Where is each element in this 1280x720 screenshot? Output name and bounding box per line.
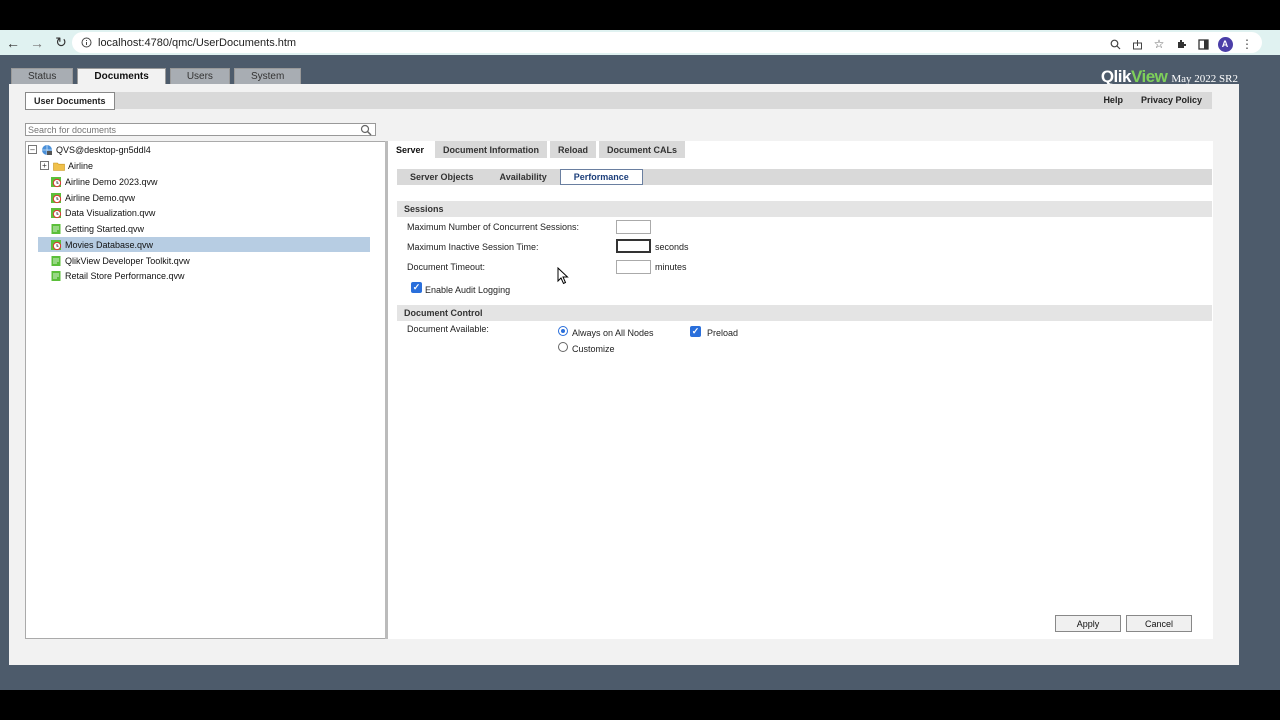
max-inactive-input[interactable]	[616, 239, 651, 253]
tree-label: Movies Database.qvw	[65, 239, 154, 250]
max-sessions-label: Maximum Number of Concurrent Sessions:	[407, 222, 580, 232]
tree-document-item[interactable]: Airline Demo 2023.qvw	[50, 174, 164, 189]
document-icon	[51, 270, 61, 281]
profile-avatar[interactable]: A	[1216, 35, 1234, 53]
always-on-radio[interactable]	[558, 326, 568, 336]
document-tree: – QVS@desktop-gn5ddl4 + Airline Airline …	[25, 141, 386, 639]
tab-document-cals[interactable]: Document CALs	[599, 141, 686, 158]
document-clock-icon	[51, 239, 62, 250]
tree-label: QVS@desktop-gn5ddl4	[56, 144, 151, 155]
apply-button[interactable]: Apply	[1055, 615, 1121, 632]
minutes-unit: minutes	[655, 262, 687, 272]
preload-label: Preload	[707, 328, 739, 338]
tree-label: Getting Started.qvw	[65, 223, 145, 234]
help-link[interactable]: Help	[1103, 95, 1123, 105]
max-inactive-label: Maximum Inactive Session Time:	[407, 242, 539, 252]
tree-server-node[interactable]: – QVS@desktop-gn5ddl4	[28, 142, 151, 157]
tab-system[interactable]: System	[233, 68, 302, 84]
document-clock-icon	[51, 192, 62, 203]
top-tabs: Status Documents Users System	[11, 68, 302, 84]
qmc-app: Status Documents Users System Qlik View …	[0, 55, 1280, 690]
reload-icon[interactable]: ↻	[50, 32, 72, 54]
tab-reload[interactable]: Reload	[550, 141, 597, 158]
document-icon	[51, 223, 61, 234]
main-panel: User Documents Help Privacy Policy – QVS…	[9, 84, 1239, 665]
share-icon[interactable]	[1128, 35, 1146, 53]
max-sessions-input[interactable]	[616, 220, 651, 234]
document-settings-pane: Server Document Information Reload Docum…	[388, 141, 1213, 639]
audit-logging-checkbox[interactable]: ✓	[411, 282, 422, 293]
cancel-button[interactable]: Cancel	[1126, 615, 1192, 632]
bookmark-star-icon[interactable]: ☆	[1150, 35, 1168, 53]
search-icon[interactable]	[360, 124, 372, 136]
collapse-icon[interactable]: –	[28, 145, 37, 154]
url-text[interactable]: localhost:4780/qmc/UserDocuments.htm	[98, 37, 296, 49]
tree-label: Retail Store Performance.qvw	[65, 270, 185, 281]
tab-users[interactable]: Users	[169, 68, 230, 84]
document-clock-icon	[51, 207, 62, 218]
back-icon[interactable]: ←	[2, 32, 24, 54]
subtab-availability[interactable]: Availability	[487, 169, 560, 185]
tree-label: Airline	[68, 160, 94, 171]
document-timeout-input[interactable]	[616, 260, 651, 274]
document-control-section-header: Document Control	[397, 305, 1212, 321]
address-bar[interactable]: localhost:4780/qmc/UserDocuments.htm ☆ A…	[72, 32, 1262, 53]
tree-document-item[interactable]: Airline Demo.qvw	[50, 190, 135, 205]
extensions-icon[interactable]	[1172, 35, 1190, 53]
server-subtabs: Server Objects Availability Performance	[397, 169, 1212, 185]
tree-label: QlikView Developer Toolkit.qvw	[65, 255, 190, 266]
tree-label: Airline Demo 2023.qvw	[65, 176, 158, 187]
avatar-letter: A	[1217, 36, 1233, 52]
subtab-performance[interactable]: Performance	[559, 169, 643, 185]
tab-server[interactable]: Server	[388, 141, 433, 158]
always-on-label: Always on All Nodes	[572, 328, 654, 338]
menu-kebab-icon[interactable]: ⋮	[1238, 35, 1256, 53]
seconds-unit: seconds	[655, 242, 689, 252]
tree-document-item[interactable]: Retail Store Performance.qvw	[50, 268, 185, 283]
audit-logging-label: Enable Audit Logging	[425, 285, 511, 295]
tree-document-item[interactable]: Getting Started.qvw	[50, 221, 144, 236]
zoom-icon[interactable]	[1106, 35, 1124, 53]
tree-folder-airline[interactable]: + Airline	[40, 158, 93, 173]
document-icon	[51, 255, 61, 266]
forward-icon[interactable]: →	[26, 32, 48, 54]
customize-radio[interactable]	[558, 342, 568, 352]
search-input[interactable]	[26, 124, 356, 135]
mouse-cursor-icon	[557, 267, 569, 285]
tab-document-information[interactable]: Document Information	[435, 141, 548, 158]
settings-tabs: Server Document Information Reload Docum…	[388, 141, 686, 158]
tab-status[interactable]: Status	[11, 68, 74, 84]
preload-checkbox[interactable]: ✓	[690, 326, 701, 337]
tree-label: Airline Demo.qvw	[65, 192, 136, 203]
info-icon[interactable]	[76, 33, 96, 53]
expand-icon[interactable]: +	[40, 161, 49, 170]
tree-document-item[interactable]: Data Visualization.qvw	[50, 205, 155, 220]
customize-label: Customize	[572, 344, 615, 354]
browser-toolbar: ← → ↻ localhost:4780/qmc/UserDocuments.h…	[0, 30, 1280, 55]
sidepanel-icon[interactable]	[1194, 35, 1212, 53]
document-timeout-label: Document Timeout:	[407, 262, 486, 272]
tree-document-item-selected[interactable]: Movies Database.qvw	[38, 237, 370, 252]
server-globe-icon	[42, 144, 52, 155]
page-header: User Documents Help Privacy Policy	[25, 92, 1212, 110]
folder-icon	[53, 162, 65, 171]
document-available-label: Document Available:	[407, 324, 489, 334]
tree-label: Data Visualization.qvw	[65, 207, 156, 218]
document-clock-icon	[51, 176, 62, 187]
tree-document-item[interactable]: QlikView Developer Toolkit.qvw	[50, 253, 190, 268]
page-title[interactable]: User Documents	[25, 92, 115, 110]
tab-documents[interactable]: Documents	[77, 68, 166, 84]
privacy-policy-link[interactable]: Privacy Policy	[1141, 95, 1202, 105]
search-box	[25, 123, 376, 136]
subtab-server-objects[interactable]: Server Objects	[397, 169, 487, 185]
sessions-section-header: Sessions	[397, 201, 1212, 217]
